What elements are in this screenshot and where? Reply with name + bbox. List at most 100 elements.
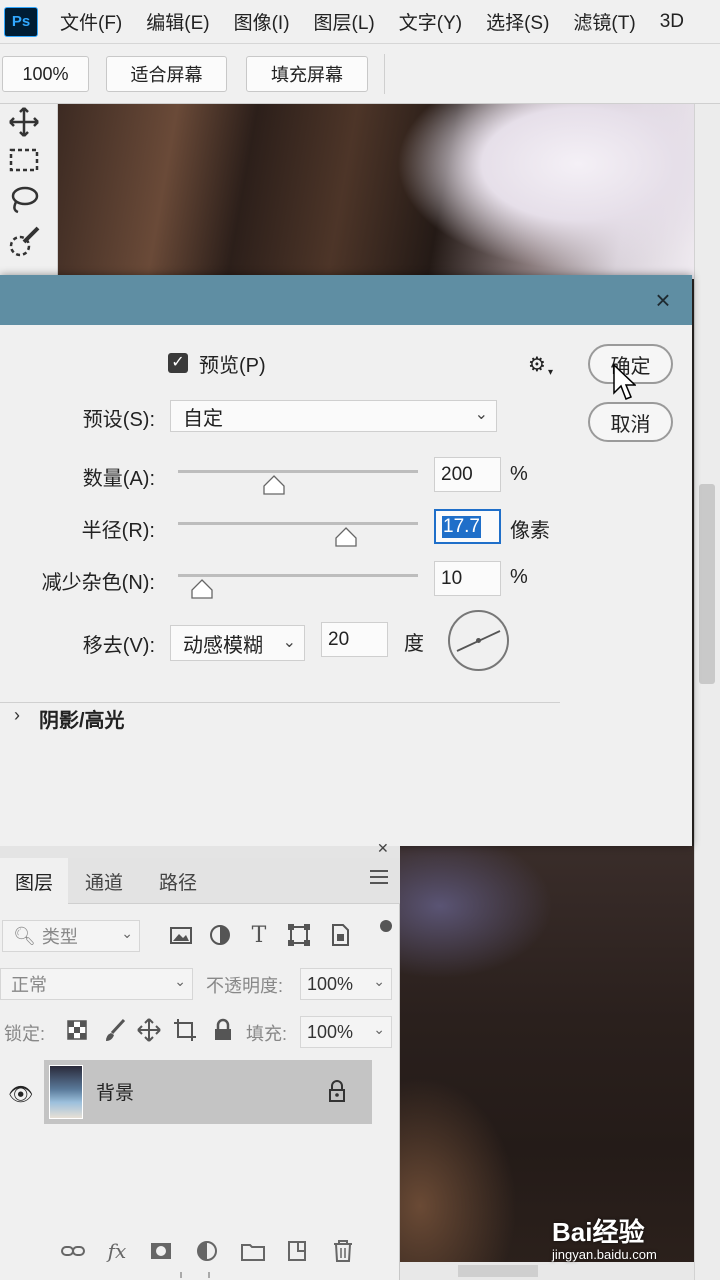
layer-filter-placeholder: 类型	[41, 927, 78, 947]
panel-header-strip	[0, 846, 400, 858]
shadows-highlights-section[interactable]: 阴影/高光	[39, 704, 125, 733]
vertical-scroll-thumb[interactable]	[699, 484, 715, 684]
chevron-right-icon[interactable]: ›	[14, 705, 20, 726]
remove-select[interactable]: 动感模糊 ⌄	[170, 625, 305, 661]
horizontal-scrollbar[interactable]	[400, 1262, 694, 1280]
fill-value: 100%	[307, 1021, 354, 1042]
smart-object-filter-icon[interactable]	[327, 922, 353, 948]
photoshop-logo: Ps	[4, 6, 38, 37]
pixel-layer-filter-icon[interactable]	[168, 922, 194, 948]
amount-slider-thumb[interactable]	[263, 475, 285, 495]
menu-type[interactable]: 文字(Y)	[399, 8, 462, 35]
reduce-noise-slider[interactable]	[178, 574, 418, 577]
lock-position-icon[interactable]	[136, 1017, 162, 1043]
chevron-down-icon: ▾	[548, 367, 554, 378]
menu-image[interactable]: 图像(I)	[234, 8, 290, 35]
adjustment-layer-icon[interactable]	[194, 1238, 220, 1264]
panel-tabs: 图层 通道 路径	[0, 858, 400, 904]
preset-select[interactable]: 自定 ⌄	[170, 400, 497, 432]
amount-slider[interactable]	[178, 470, 418, 473]
reduce-noise-input[interactable]: 10	[434, 561, 501, 596]
lock-transparent-pixels-icon[interactable]	[64, 1017, 90, 1043]
radius-slider[interactable]	[178, 522, 418, 525]
lock-all-icon[interactable]	[210, 1017, 236, 1043]
fill-input[interactable]: 100% ⌄	[300, 1016, 392, 1048]
angle-input[interactable]: 20	[321, 622, 388, 657]
opacity-label: 不透明度:	[206, 976, 284, 996]
panel-menu-icon[interactable]	[370, 870, 388, 884]
radius-input[interactable]: 17.7	[434, 509, 501, 544]
baidu-jingyan-url: jingyan.baidu.com	[552, 1247, 657, 1262]
dialog-divider	[0, 702, 560, 703]
menu-filter[interactable]: 滤镜(T)	[573, 8, 635, 35]
menu-3d[interactable]: 3D	[660, 11, 684, 33]
marquee-tool-icon[interactable]	[6, 142, 42, 178]
fit-screen-button[interactable]: 适合屏幕	[106, 56, 227, 92]
menu-edit[interactable]: 编辑(E)	[146, 8, 209, 35]
layer-name: 背景	[96, 1083, 135, 1104]
layer-filter-row: 🔍︎ 类型 ⌄ T	[0, 912, 400, 960]
amount-unit: %	[510, 463, 528, 485]
add-mask-icon[interactable]	[148, 1238, 174, 1264]
layers-panel: ✕ 图层 通道 路径 🔍︎ 类型 ⌄ T 正常 ⌄ 不透明度: 100% ⌄ 锁…	[0, 840, 400, 1280]
angle-dial[interactable]	[448, 610, 509, 671]
shape-layer-filter-icon[interactable]	[286, 922, 312, 948]
layer-filter-select[interactable]: 🔍︎ 类型 ⌄	[2, 920, 140, 952]
panel-resize-grip[interactable]	[180, 1272, 210, 1278]
radius-slider-thumb[interactable]	[335, 527, 357, 547]
smart-sharpen-dialog: × ✓ 预览(P) ⚙ ▾ 确定 取消 预设(S): 自定 ⌄ 数量(A): 2…	[0, 275, 692, 846]
horizontal-scroll-thumb[interactable]	[458, 1265, 538, 1277]
chevron-down-icon: ⌄	[373, 1021, 385, 1037]
adjustment-layer-filter-icon[interactable]	[207, 922, 233, 948]
filter-toggle-icon[interactable]	[380, 920, 392, 932]
tab-layers[interactable]: 图层	[0, 858, 68, 904]
menu-file[interactable]: 文件(F)	[60, 8, 122, 35]
close-icon[interactable]: ×	[650, 287, 676, 313]
radius-unit: 像素	[510, 520, 550, 542]
amount-label: 数量(A):	[82, 468, 155, 490]
chevron-down-icon: ⌄	[282, 634, 296, 651]
lock-icon	[329, 1080, 345, 1102]
reduce-noise-slider-thumb[interactable]	[191, 579, 213, 599]
canvas-image-bottom[interactable]	[400, 846, 694, 1280]
chevron-down-icon: ⌄	[373, 973, 385, 989]
tools-panel	[0, 104, 58, 279]
link-layers-icon[interactable]	[60, 1238, 86, 1264]
menu-layer[interactable]: 图层(L)	[314, 8, 375, 35]
lock-image-pixels-icon[interactable]	[102, 1017, 128, 1043]
close-icon[interactable]: ✕	[377, 840, 389, 857]
layer-row-background[interactable]: 背景	[44, 1060, 372, 1124]
menu-select[interactable]: 选择(S)	[486, 8, 549, 35]
canvas-image-top[interactable]	[58, 104, 694, 279]
type-layer-filter-icon[interactable]: T	[246, 922, 272, 948]
trash-icon[interactable]	[330, 1238, 356, 1264]
vertical-scrollbar[interactable]	[694, 104, 720, 1280]
reduce-noise-unit: %	[510, 566, 528, 588]
new-group-folder-icon[interactable]	[240, 1238, 266, 1264]
zoom-level-field[interactable]: 100%	[2, 56, 89, 92]
preview-label: 预览(P)	[199, 355, 266, 377]
fill-screen-button[interactable]: 填充屏幕	[246, 56, 368, 92]
gear-icon[interactable]: ⚙	[528, 352, 546, 377]
move-tool-icon[interactable]	[6, 104, 42, 140]
tab-paths[interactable]: 路径	[140, 858, 216, 904]
opacity-input[interactable]: 100% ⌄	[300, 968, 392, 1000]
radius-value: 17.7	[442, 515, 481, 538]
lock-artboard-icon[interactable]	[172, 1017, 198, 1043]
tab-channels[interactable]: 通道	[68, 858, 140, 904]
dialog-title-bar[interactable]	[0, 275, 692, 325]
blend-mode-select[interactable]: 正常 ⌄	[0, 968, 193, 1000]
preset-label: 预设(S):	[82, 409, 155, 431]
fx-icon[interactable]: fx	[104, 1238, 130, 1264]
eye-icon[interactable]: 👁︎	[8, 1082, 33, 1107]
cancel-button[interactable]: 取消	[588, 402, 673, 442]
opacity-value: 100%	[307, 973, 354, 994]
amount-input[interactable]: 200	[434, 457, 501, 492]
lasso-tool-icon[interactable]	[6, 182, 42, 218]
chevron-down-icon: ⌄	[174, 973, 186, 989]
preview-checkbox[interactable]: ✓	[168, 353, 188, 373]
new-layer-icon[interactable]	[284, 1238, 310, 1264]
mouse-cursor-icon	[613, 363, 636, 400]
quick-selection-tool-icon[interactable]	[6, 224, 42, 260]
layer-thumbnail	[49, 1065, 83, 1119]
